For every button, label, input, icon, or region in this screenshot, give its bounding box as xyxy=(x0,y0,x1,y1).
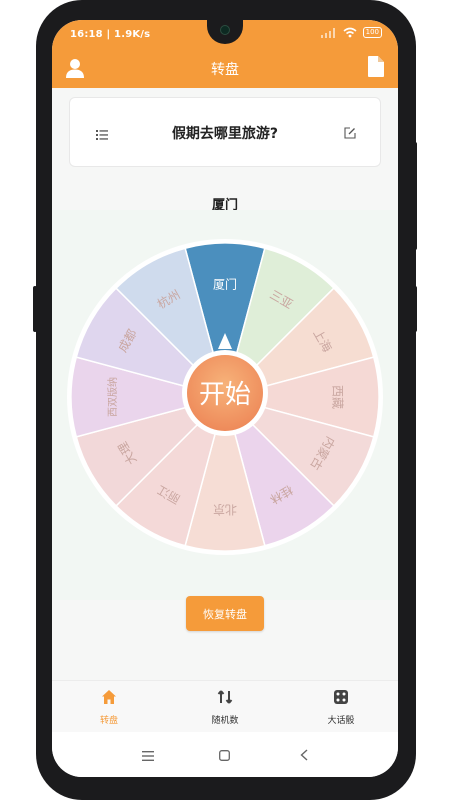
shuffle-icon xyxy=(217,690,233,704)
edit-button[interactable] xyxy=(344,124,356,143)
home-nav-button[interactable] xyxy=(219,746,230,765)
page-title: 转盘 xyxy=(211,62,239,78)
tab-wheel-label: 转盘 xyxy=(99,716,118,726)
start-button-label[interactable]: 开始 xyxy=(199,380,251,410)
tab-random-number-label: 随机数 xyxy=(211,716,239,726)
wifi-icon xyxy=(343,27,357,38)
menu-icon xyxy=(142,751,154,761)
wheel-segment-label: 北京 xyxy=(213,503,237,517)
square-icon xyxy=(219,750,230,761)
file-button[interactable] xyxy=(368,56,384,81)
app-bar: 转盘 xyxy=(52,50,398,88)
status-icons: 100 xyxy=(320,27,382,38)
wheel-segment-label: 厦门 xyxy=(213,277,237,292)
status-time: 16:18 | 1.9K/s xyxy=(70,29,151,40)
tab-dice[interactable]: 大话骰 xyxy=(296,689,386,726)
question-card: 假期去哪里旅游? xyxy=(69,97,381,167)
tab-bar: 转盘 随机数 大话骰 xyxy=(52,680,398,733)
home-icon xyxy=(102,690,116,704)
wheel-segment-label: 西藏 xyxy=(331,385,345,409)
wheel-graphic: 厦门三亚上海西藏内蒙古桂林北京丽江大理西双版纳成都杭州 开始 xyxy=(67,239,383,555)
edit-icon xyxy=(344,127,356,139)
screen: 16:18 | 1.9K/s 100 转盘 假期去哪里旅游? 厦门 厦门 三亚 … xyxy=(52,20,398,777)
battery-level: 100 xyxy=(365,28,379,36)
phone-power-button xyxy=(413,286,417,332)
file-icon xyxy=(368,56,384,77)
phone-volume-button xyxy=(413,142,417,250)
question-title: 假期去哪里旅游? xyxy=(171,126,279,142)
front-camera xyxy=(220,25,230,35)
reset-wheel-button[interactable]: 恢复转盘 xyxy=(186,596,264,631)
spin-wheel[interactable]: 厦门 三亚 上海 西藏 内蒙古 桂林 北京 丽江 大理 西双版纳 成都 杭州 开始 xyxy=(65,237,385,557)
dice-icon xyxy=(334,690,348,704)
back-nav-button[interactable] xyxy=(300,746,308,765)
phone-side-button-left xyxy=(33,286,37,332)
back-icon xyxy=(300,749,308,761)
tab-dice-label: 大话骰 xyxy=(327,716,355,726)
battery-icon: 100 xyxy=(362,27,382,38)
menu-nav-button[interactable] xyxy=(142,746,154,765)
tab-wheel[interactable]: 转盘 xyxy=(64,689,154,726)
signal-icon xyxy=(320,27,335,38)
wheel-segment-label: 西双版纳 xyxy=(106,377,119,417)
system-nav-bar xyxy=(52,732,398,777)
tab-random-number[interactable]: 随机数 xyxy=(180,689,270,726)
